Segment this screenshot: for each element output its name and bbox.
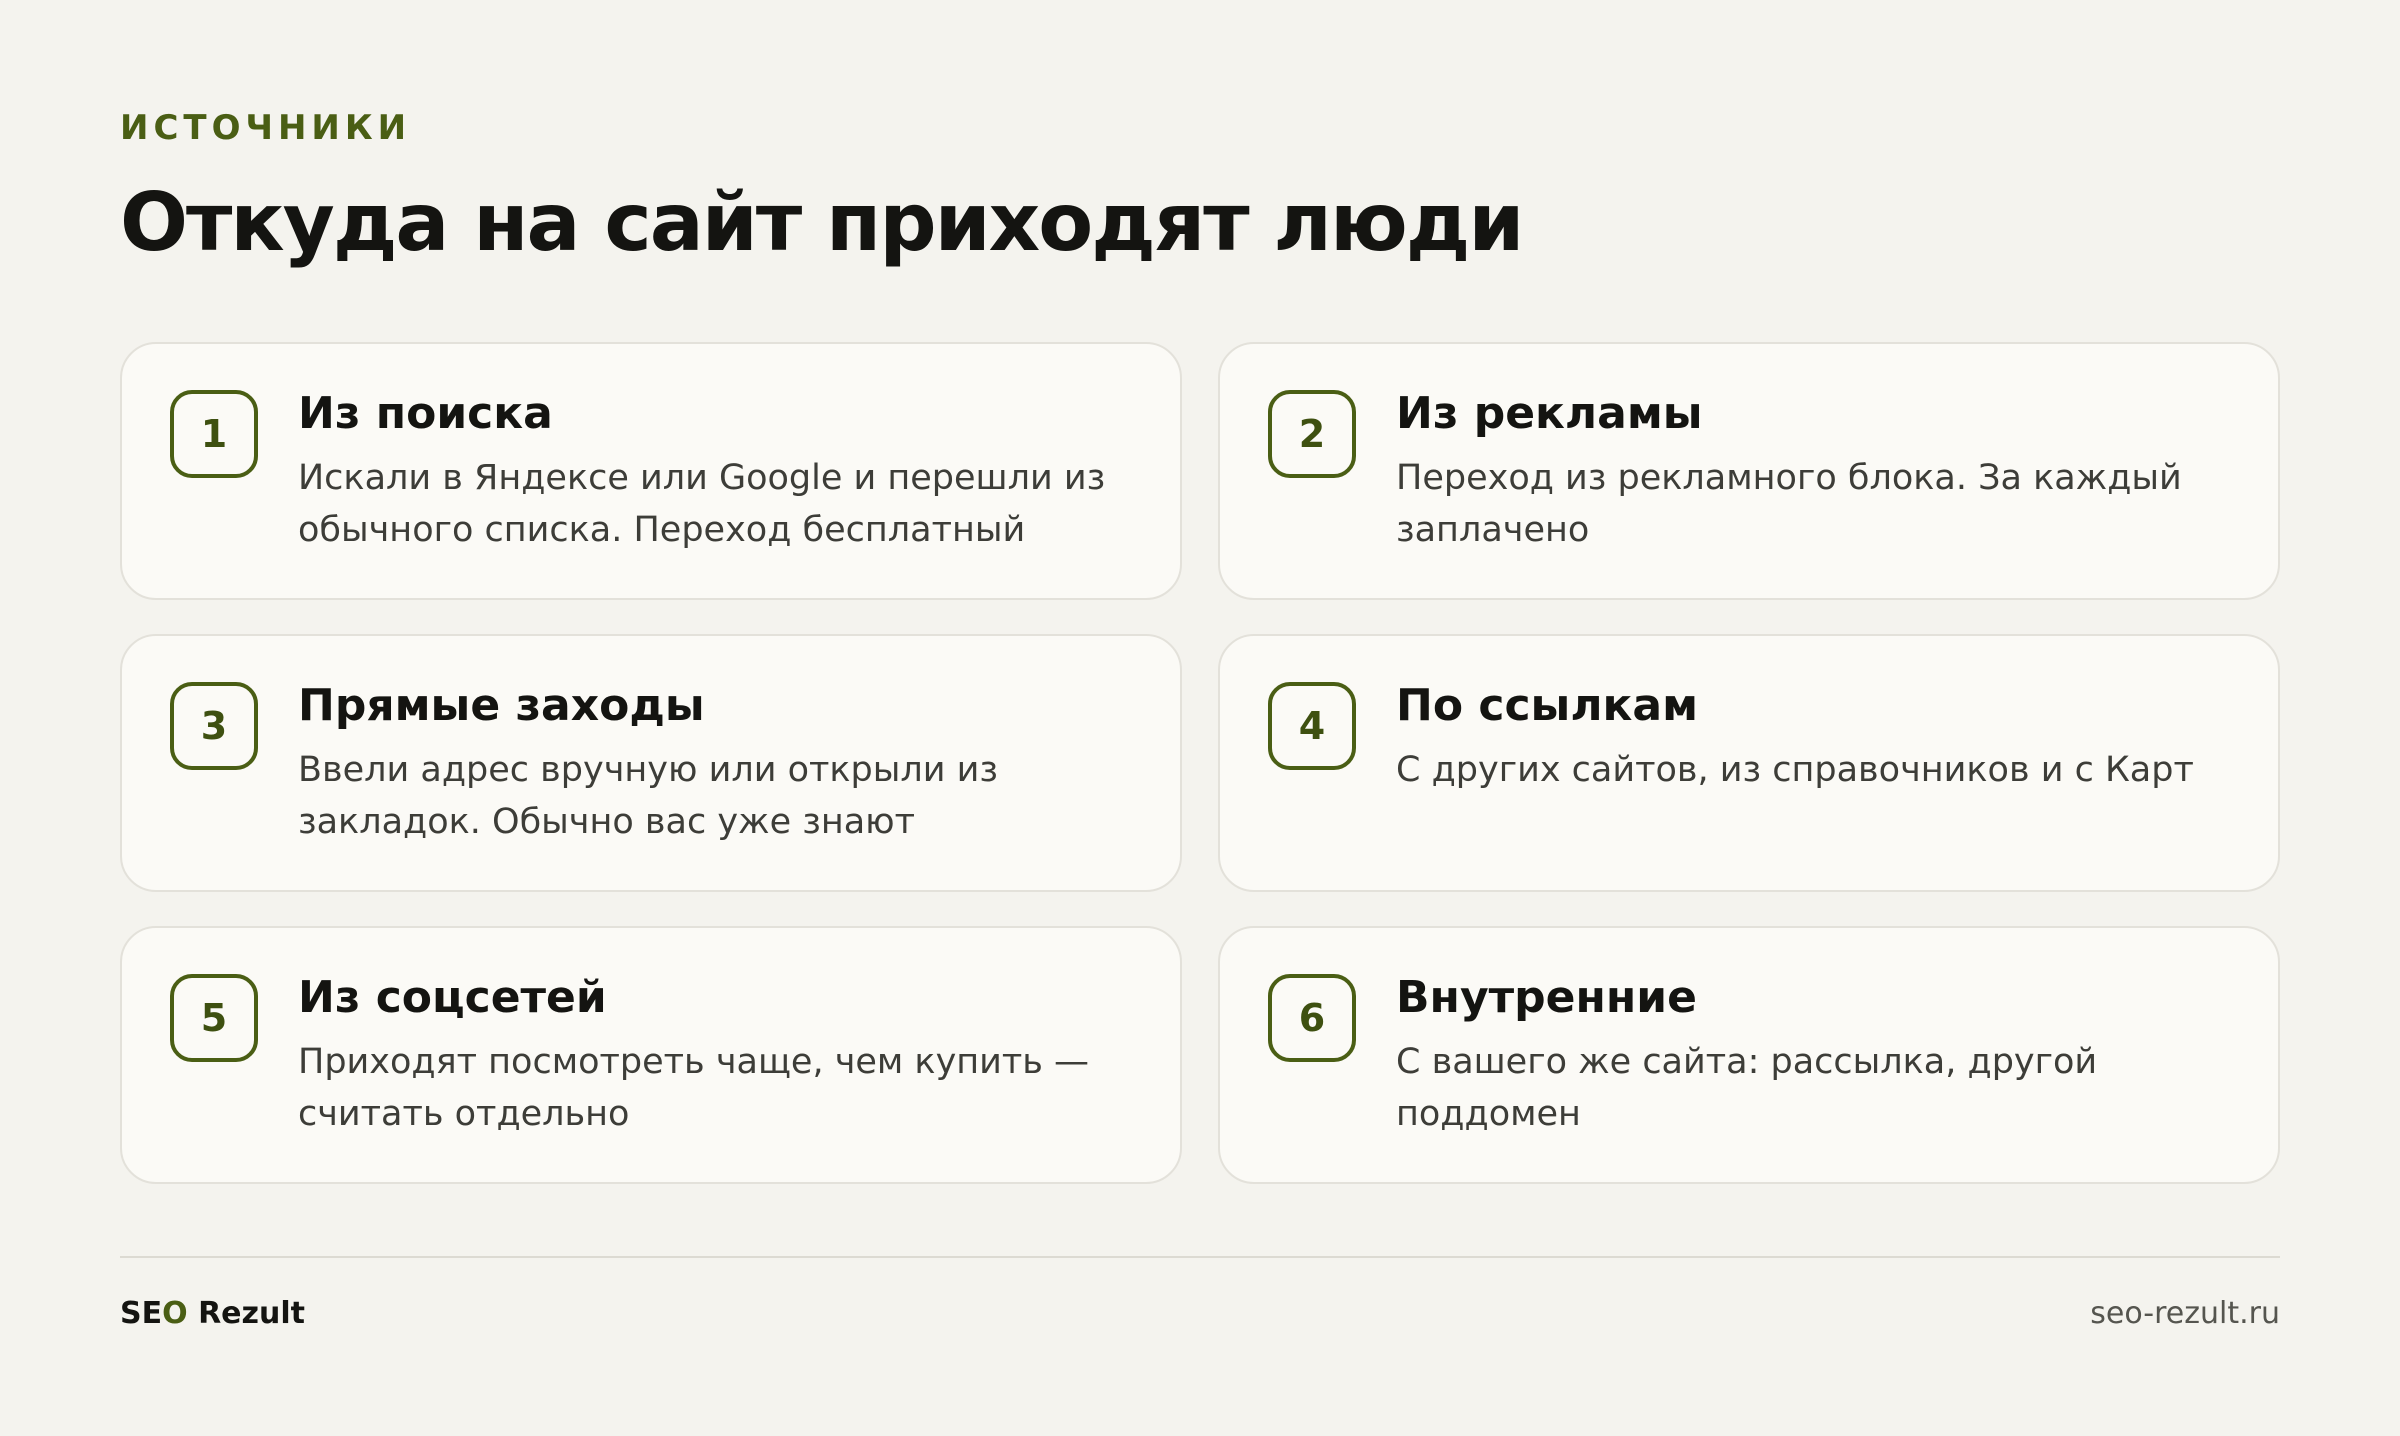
card-description: Приходят посмотреть чаще, чем купить — с… bbox=[298, 1042, 1090, 1134]
card-title: Из рекламы bbox=[1396, 388, 1703, 439]
brand-text-pre: SE bbox=[120, 1296, 163, 1331]
card-title: Прямые заходы bbox=[298, 680, 705, 731]
source-card-search: 1 Из поиска Искали в Яндексе или Google … bbox=[120, 342, 1182, 600]
card-description: Ввели адрес вручную или открыли из закла… bbox=[298, 750, 998, 842]
source-card-referral: 4 По ссылкам С других сайтов, из справоч… bbox=[1218, 634, 2280, 892]
card-description: Переход из рекламного блока. За каждый з… bbox=[1396, 458, 2182, 550]
card-description: Искали в Яндексе или Google и перешли из… bbox=[298, 458, 1106, 550]
section-eyebrow: ИСТОЧНИКИ bbox=[120, 108, 412, 148]
card-number-badge: 3 bbox=[170, 682, 258, 770]
card-number-badge: 1 bbox=[170, 390, 258, 478]
card-number-badge: 4 bbox=[1268, 682, 1356, 770]
card-description: С вашего же сайта: рассылка, другой подд… bbox=[1396, 1042, 2098, 1134]
sources-grid: 1 Из поиска Искали в Яндексе или Google … bbox=[120, 342, 2280, 1184]
slide: ИСТОЧНИКИ Откуда на сайт приходят люди 1… bbox=[120, 0, 2280, 1436]
card-number-badge: 2 bbox=[1268, 390, 1356, 478]
card-title: По ссылкам bbox=[1396, 680, 1699, 731]
site-url: seo-rezult.ru bbox=[2090, 1296, 2280, 1331]
source-card-social: 5 Из соцсетей Приходят посмотреть чаще, … bbox=[120, 926, 1182, 1184]
brand-logo: SEO Rezult bbox=[120, 1296, 305, 1331]
source-card-direct: 3 Прямые заходы Ввели адрес вручную или … bbox=[120, 634, 1182, 892]
page-title: Откуда на сайт приходят люди bbox=[120, 176, 1524, 269]
brand-text-post: Rezult bbox=[187, 1296, 305, 1331]
card-title: Из соцсетей bbox=[298, 972, 607, 1023]
card-title: Внутренние bbox=[1396, 972, 1697, 1023]
source-card-ads: 2 Из рекламы Переход из рекламного блока… bbox=[1218, 342, 2280, 600]
card-title: Из поиска bbox=[298, 388, 553, 439]
footer-divider bbox=[120, 1256, 2280, 1258]
card-description: С других сайтов, из справочников и с Кар… bbox=[1396, 750, 2194, 790]
source-card-internal: 6 Внутренние С вашего же сайта: рассылка… bbox=[1218, 926, 2280, 1184]
brand-text-accent: O bbox=[162, 1296, 188, 1331]
card-number-badge: 6 bbox=[1268, 974, 1356, 1062]
card-number-badge: 5 bbox=[170, 974, 258, 1062]
